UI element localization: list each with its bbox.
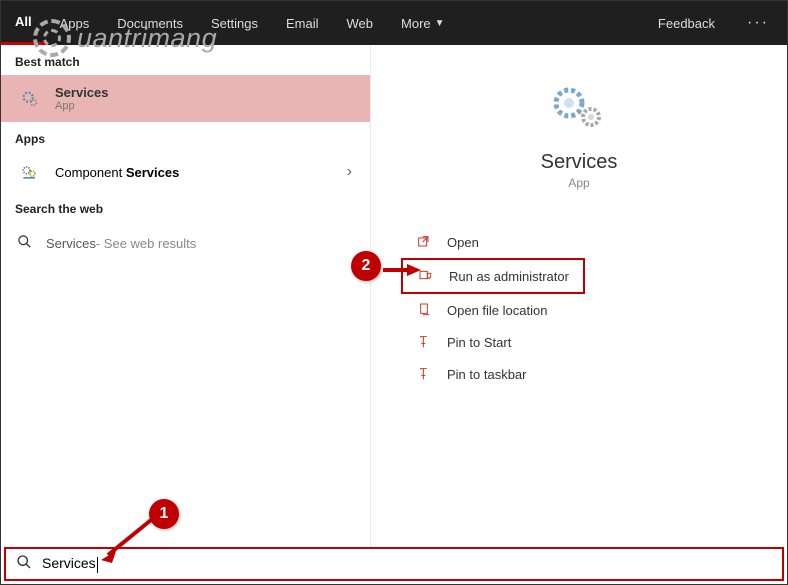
pin-icon bbox=[411, 366, 437, 382]
more-options-icon[interactable]: ··· bbox=[729, 14, 787, 32]
section-best-match: Best match bbox=[1, 45, 370, 75]
detail-subtitle: App bbox=[371, 176, 787, 190]
search-text: Services bbox=[42, 555, 98, 572]
folder-icon bbox=[411, 302, 437, 318]
tab-more[interactable]: More▼ bbox=[387, 1, 459, 45]
feedback-link[interactable]: Feedback bbox=[644, 1, 729, 45]
services-gear-icon bbox=[17, 88, 43, 110]
search-icon bbox=[17, 234, 32, 252]
result-services[interactable]: Services App bbox=[1, 75, 370, 122]
tab-apps[interactable]: Apps bbox=[46, 1, 104, 45]
results-pane: Best match Services App Apps Component S… bbox=[1, 45, 371, 548]
section-apps: Apps bbox=[1, 122, 370, 152]
services-large-icon bbox=[371, 85, 787, 133]
tab-settings[interactable]: Settings bbox=[197, 1, 272, 45]
annotation-bubble-2: 2 bbox=[351, 251, 381, 281]
result-title: Services bbox=[55, 85, 109, 100]
component-services-icon bbox=[17, 162, 43, 182]
section-search-web: Search the web bbox=[1, 192, 370, 222]
web-query: Services bbox=[46, 236, 96, 251]
search-icon bbox=[16, 554, 32, 575]
action-open-file-location[interactable]: Open file location bbox=[401, 294, 757, 326]
annotation-arrow-1 bbox=[96, 515, 156, 570]
tab-web[interactable]: Web bbox=[333, 1, 388, 45]
action-pin-to-taskbar[interactable]: Pin to taskbar bbox=[401, 358, 757, 390]
action-run-as-admin[interactable]: Run as administrator bbox=[403, 260, 583, 292]
annotation-arrow-2 bbox=[381, 261, 421, 284]
result-web-services[interactable]: Services - See web results bbox=[1, 222, 370, 264]
details-pane: Services App Open Run as administrator O… bbox=[371, 45, 787, 548]
tab-documents[interactable]: Documents bbox=[103, 1, 197, 45]
open-icon bbox=[411, 234, 437, 250]
web-suffix: - See web results bbox=[96, 236, 196, 251]
result-title: Component Services bbox=[55, 165, 179, 180]
annotation-bubble-1: 1 bbox=[149, 499, 179, 529]
tab-email[interactable]: Email bbox=[272, 1, 333, 45]
tab-all[interactable]: All bbox=[1, 1, 46, 45]
search-filter-tabs: All Apps Documents Settings Email Web Mo… bbox=[1, 1, 787, 45]
detail-title: Services bbox=[371, 151, 787, 174]
action-pin-to-start[interactable]: Pin to Start bbox=[401, 326, 757, 358]
chevron-right-icon: › bbox=[347, 163, 352, 181]
result-subtitle: App bbox=[55, 100, 109, 112]
chevron-down-icon: ▼ bbox=[435, 18, 445, 29]
result-component-services[interactable]: Component Services › bbox=[1, 152, 370, 192]
pin-icon bbox=[411, 334, 437, 350]
action-open[interactable]: Open bbox=[401, 226, 757, 258]
